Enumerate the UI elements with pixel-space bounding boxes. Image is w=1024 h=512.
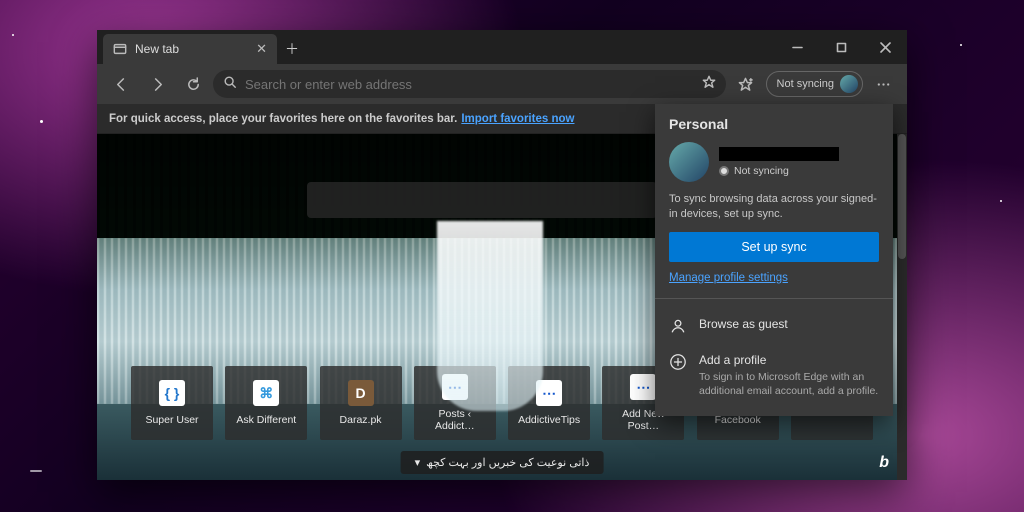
vertical-scrollbar[interactable] (897, 134, 907, 480)
browser-window: New tab ✕ ＋ (97, 30, 907, 480)
tile-favicon-icon: ⋯ (536, 380, 562, 406)
tile-favicon-icon: ⌘ (253, 380, 279, 406)
tile-favicon-icon: D (348, 380, 374, 406)
quick-link-tile[interactable]: { } Super User (131, 366, 213, 440)
separator (655, 298, 893, 299)
quick-link-tile[interactable]: ⌘ Ask Different (225, 366, 307, 440)
decoration (30, 470, 42, 472)
tab-strip: New tab ✕ ＋ (97, 30, 907, 64)
tile-label: Posts ‹ Addict… (418, 408, 492, 432)
new-tab-button[interactable]: ＋ (277, 34, 307, 64)
close-window-button[interactable] (863, 30, 907, 64)
menu-button[interactable] (867, 68, 899, 100)
tab-new-tab[interactable]: New tab ✕ (103, 34, 277, 64)
guest-icon (669, 317, 687, 335)
chevron-down-icon: ▾ (415, 456, 421, 469)
add-icon (669, 353, 687, 371)
add-profile-item[interactable]: Add a profile To sign in to Microsoft Ed… (669, 349, 879, 402)
account-name-redacted (719, 147, 839, 161)
import-favorites-link[interactable]: Import favorites now (461, 113, 574, 125)
quick-link-tile[interactable]: D Daraz.pk (320, 366, 402, 440)
back-button[interactable] (105, 68, 137, 100)
quick-link-tile[interactable]: ⋯ Posts ‹ Addict… (414, 366, 496, 440)
favorites-hint-text: For quick access, place your favorites h… (109, 113, 457, 125)
tab-title: New tab (135, 42, 179, 56)
setup-sync-button[interactable]: Set up sync (669, 232, 879, 262)
tile-favicon-icon: ⋯ (442, 374, 468, 400)
desktop-wallpaper: New tab ✕ ＋ (0, 0, 1024, 512)
manage-profile-link[interactable]: Manage profile settings (669, 272, 788, 284)
browse-as-guest-item[interactable]: Browse as guest (669, 313, 879, 339)
decoration (40, 120, 43, 123)
bing-logo-icon[interactable]: b (879, 454, 889, 472)
profile-button[interactable]: Not syncing (766, 71, 863, 97)
decoration (960, 44, 962, 46)
newtab-favicon-icon (113, 42, 127, 56)
sync-status-text: Not syncing (734, 165, 789, 177)
sync-status-chip: Not syncing (719, 165, 879, 177)
ntp-search-box[interactable] (307, 182, 657, 218)
tile-label: Super User (145, 414, 198, 426)
tile-label: Daraz.pk (340, 414, 382, 426)
maximize-button[interactable] (819, 30, 863, 64)
close-tab-icon[interactable]: ✕ (256, 41, 267, 57)
address-input[interactable] (245, 77, 694, 92)
toolbar: Not syncing (97, 64, 907, 104)
profile-flyout: Personal Not syncing To sync browsing da… (655, 104, 893, 416)
favorites-button[interactable] (730, 68, 762, 100)
address-bar[interactable] (213, 70, 726, 98)
feed-pill-label: ذاتی نوعیت کی خبریں اور بہت کچھ (426, 456, 589, 469)
sync-status-icon (719, 166, 729, 176)
decoration (1000, 200, 1002, 202)
forward-button[interactable] (141, 68, 173, 100)
profile-sync-label: Not syncing (777, 78, 834, 90)
avatar-icon (840, 75, 858, 93)
window-caption-buttons (775, 30, 907, 64)
tile-favicon-icon: { } (159, 380, 185, 406)
browse-as-guest-label: Browse as guest (699, 317, 788, 331)
favorite-star-icon[interactable] (702, 75, 716, 94)
decoration (12, 34, 14, 36)
tile-label: Ask Different (236, 414, 296, 426)
refresh-button[interactable] (177, 68, 209, 100)
tile-label: AddictiveTips (518, 414, 580, 426)
tile-favicon-icon: ⋯ (630, 374, 656, 400)
search-icon (223, 75, 237, 94)
add-profile-label: Add a profile (699, 353, 879, 367)
sync-description: To sync browsing data across your signed… (669, 192, 879, 222)
feed-expand-pill[interactable]: ▾ ذاتی نوعیت کی خبریں اور بہت کچھ (401, 451, 604, 474)
add-profile-description: To sign in to Microsoft Edge with an add… (699, 370, 879, 398)
quick-link-tile[interactable]: ⋯ AddictiveTips (508, 366, 590, 440)
scrollbar-thumb[interactable] (898, 134, 906, 259)
minimize-button[interactable] (775, 30, 819, 64)
flyout-title: Personal (669, 116, 879, 132)
avatar-icon (669, 142, 709, 182)
flyout-account-row[interactable]: Not syncing (669, 142, 879, 182)
